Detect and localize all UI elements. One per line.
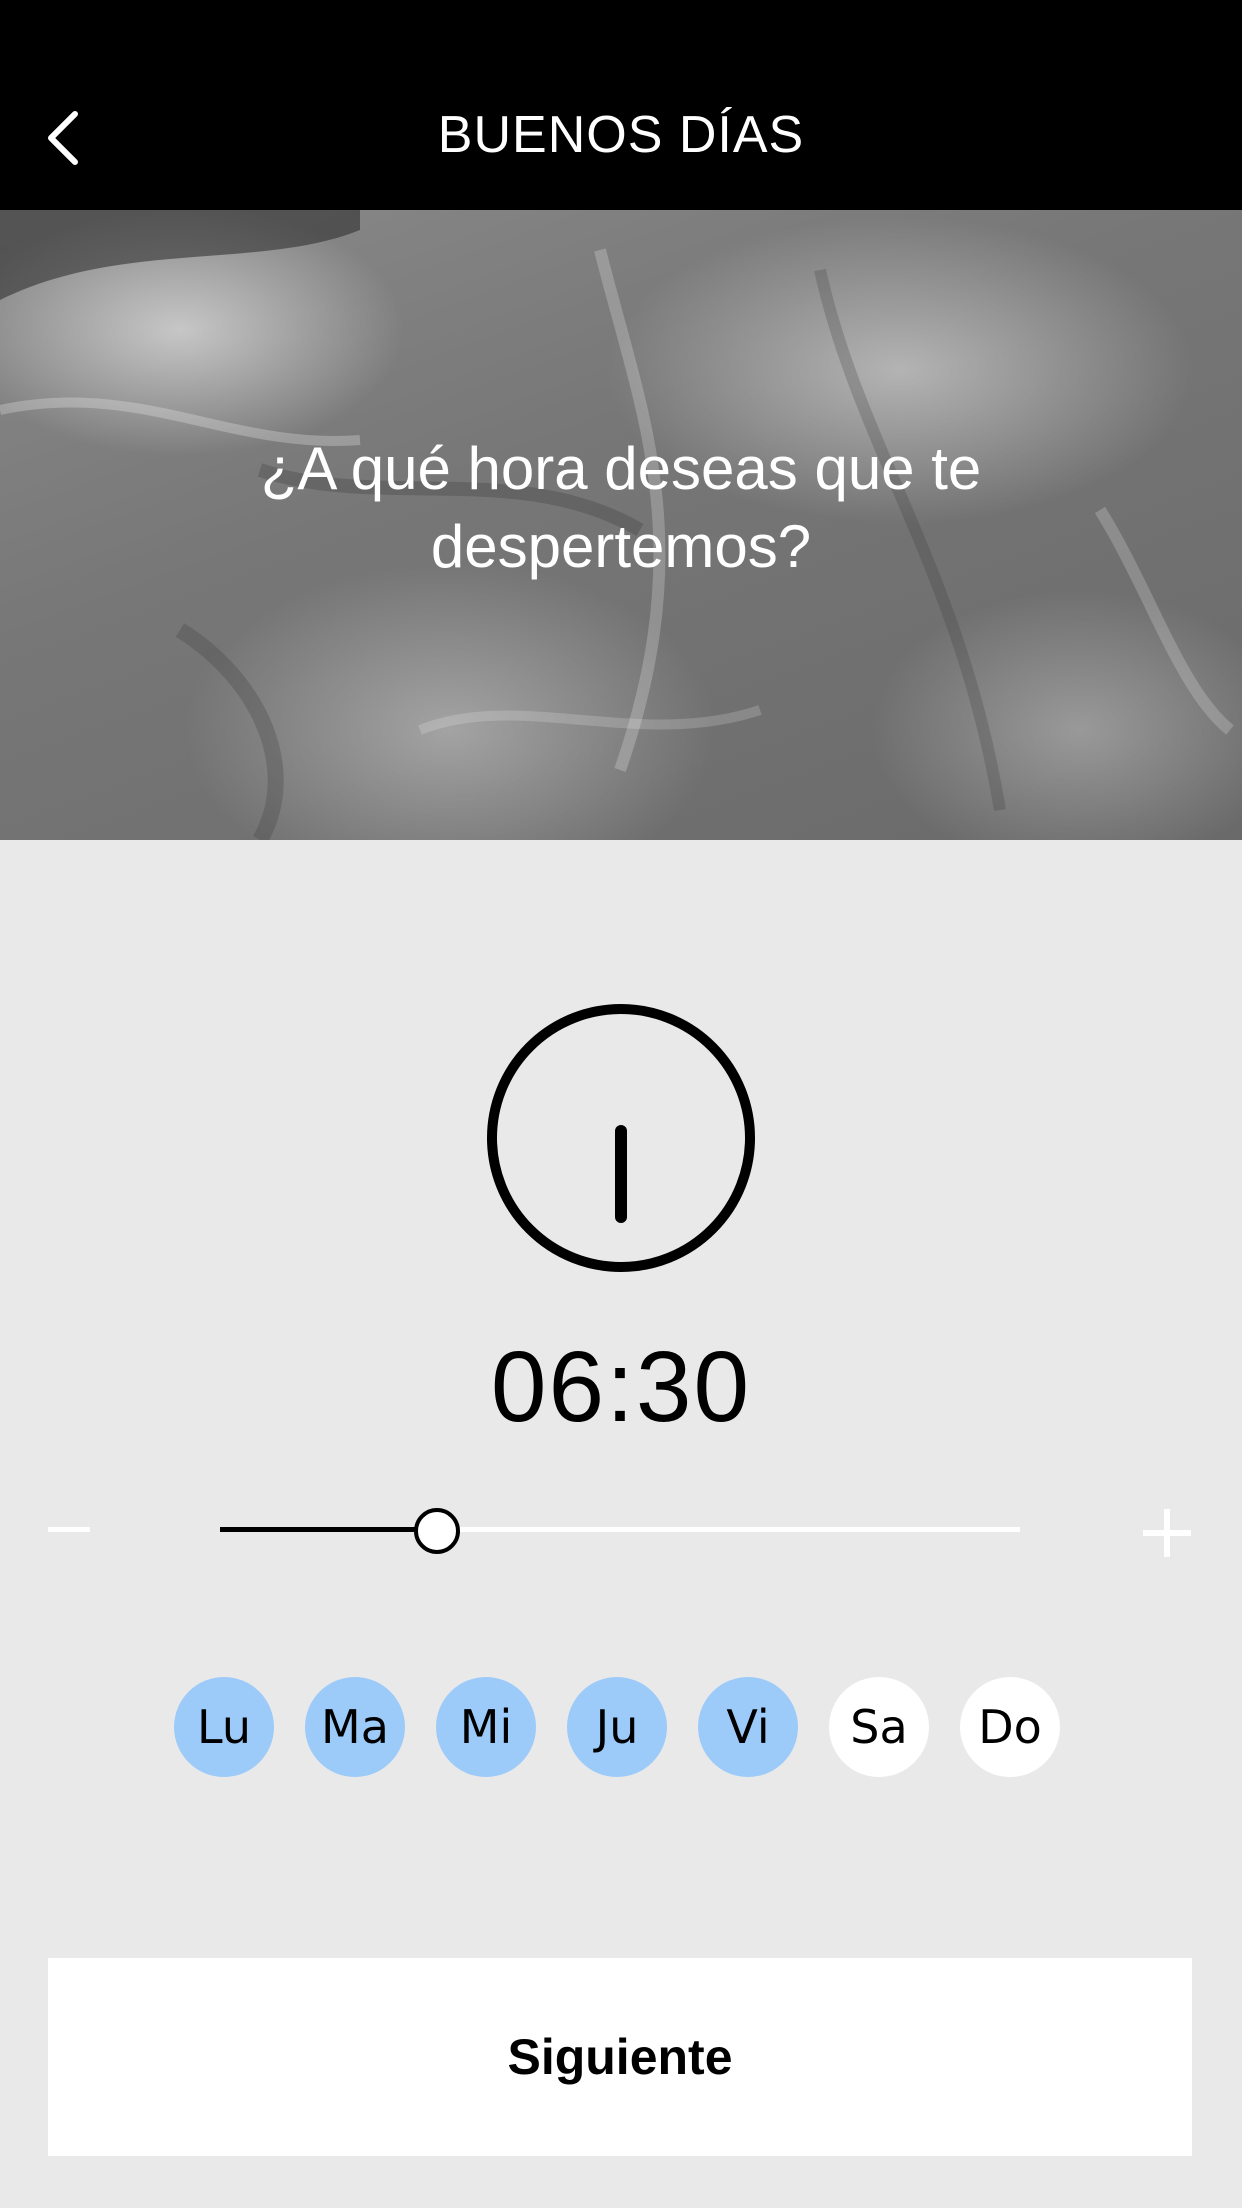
plus-icon — [1143, 1509, 1191, 1557]
top-bar: BUENOS DÍAS — [0, 0, 1242, 210]
alarm-time: 06:30 — [490, 1331, 752, 1443]
day-toggle-vi[interactable]: Vi — [698, 1677, 798, 1777]
slider-thumb[interactable] — [414, 1508, 460, 1554]
clock-icon — [487, 1004, 755, 1272]
day-toggle-do[interactable]: Do — [960, 1677, 1060, 1777]
time-slider[interactable] — [220, 1508, 1020, 1554]
day-toggle-ma[interactable]: Ma — [305, 1677, 405, 1777]
day-toggle-sa[interactable]: Sa — [829, 1677, 929, 1777]
day-toggle-lu[interactable]: Lu — [174, 1677, 274, 1777]
next-button[interactable]: Siguiente — [48, 1958, 1192, 2156]
day-toggle-mi[interactable]: Mi — [436, 1677, 536, 1777]
decrease-time-button[interactable] — [44, 1510, 94, 1550]
slider-fill — [220, 1527, 436, 1532]
wake-time-question: ¿A qué hora deseas que te despertemos? — [260, 435, 982, 580]
day-toggle-ju[interactable]: Ju — [567, 1677, 667, 1777]
minus-icon — [48, 1527, 90, 1532]
increase-time-button[interactable] — [1140, 1506, 1194, 1560]
hero-image-bedsheets: ¿A qué hora deseas que te despertemos? — [0, 210, 1242, 840]
page-title: BUENOS DÍAS — [437, 106, 805, 164]
